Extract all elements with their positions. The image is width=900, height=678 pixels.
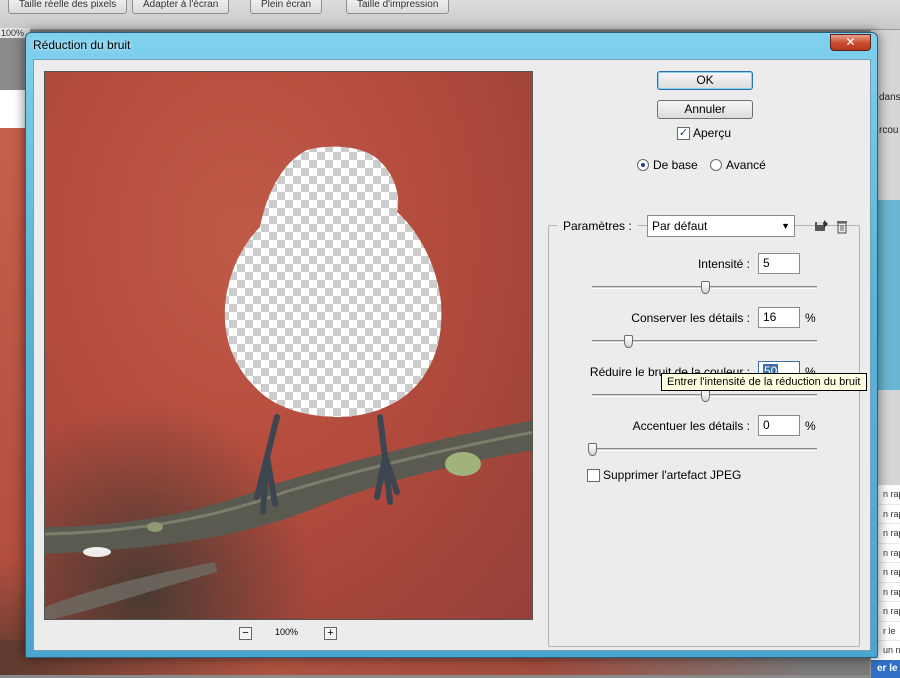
lichen	[147, 522, 163, 532]
close-button[interactable]: ✕	[830, 34, 871, 51]
settings-legend: Paramètres :	[557, 216, 638, 236]
preview-checkbox[interactable]: ✓	[677, 127, 690, 140]
tooltip: Entrer l'intensité de la réduction du br…	[661, 373, 867, 391]
bird-photo	[45, 72, 532, 619]
advanced-mode-radio[interactable]	[710, 159, 722, 171]
sharpen-details-label: Accentuer les détails :	[632, 419, 750, 433]
dropdown-arrow-icon: ▼	[781, 221, 790, 231]
sharpen-details-unit: %	[805, 419, 816, 433]
zoom-controls: − 100% +	[239, 627, 349, 643]
preview-image[interactable]	[44, 71, 533, 620]
basic-mode-radio[interactable]	[637, 159, 649, 171]
panel-text: rcou	[879, 125, 899, 136]
full-screen-button[interactable]: Plein écran	[250, 0, 323, 14]
dialog-body: − 100% + OK Annuler ✓ Aperçu De base Ava…	[33, 59, 871, 651]
slider-thumb[interactable]	[700, 281, 710, 294]
app-toolbar: Taille réelle des pixels Adapter à l'écr…	[0, 0, 900, 30]
basic-mode-label: De base	[653, 158, 698, 172]
zoom-out-button[interactable]: −	[239, 627, 252, 640]
preserve-details-input[interactable]: 16	[758, 307, 800, 328]
noise-reduction-dialog: Réduction du bruit ✕ − 100% + OK Annuler…	[25, 32, 878, 658]
strength-input[interactable]: 5	[758, 253, 800, 274]
sharpen-details-input[interactable]: 0	[758, 415, 800, 436]
zoom-in-button[interactable]: +	[324, 627, 337, 640]
strength-slider[interactable]	[592, 281, 817, 294]
preserve-details-label: Conserver les détails :	[631, 311, 750, 325]
advanced-mode-label: Avancé	[726, 158, 766, 172]
water-drop	[83, 547, 111, 557]
slider-thumb[interactable]	[588, 443, 597, 456]
settings-value: Par défaut	[652, 219, 708, 233]
dialog-title: Réduction du bruit	[33, 38, 131, 52]
panel-text: dans	[879, 92, 900, 103]
remove-jpeg-artifact-label: Supprimer l'artefact JPEG	[603, 468, 742, 482]
actual-pixels-button[interactable]: Taille réelle des pixels	[8, 0, 128, 14]
trash-icon[interactable]	[834, 218, 850, 234]
selected-list-item[interactable]: er le	[871, 660, 900, 678]
save-settings-icon[interactable]	[813, 218, 829, 234]
slider-thumb[interactable]	[624, 335, 633, 348]
zoom-level: 100%	[275, 627, 299, 637]
check-icon: ✓	[678, 127, 689, 139]
ok-button[interactable]: OK	[657, 71, 753, 90]
strength-label: Intensité :	[697, 257, 750, 271]
settings-label: Paramètres :	[563, 219, 632, 233]
remove-jpeg-artifact-checkbox[interactable]	[587, 469, 600, 482]
print-size-button[interactable]: Taille d'impression	[346, 0, 450, 14]
preview-label: Aperçu	[693, 126, 732, 140]
preserve-details-slider[interactable]	[592, 335, 817, 348]
settings-dropdown[interactable]: Par défaut ▼	[647, 215, 795, 237]
reduce-color-noise-slider[interactable]	[592, 389, 817, 402]
fit-screen-button[interactable]: Adapter à l'écran	[132, 0, 230, 14]
cancel-button[interactable]: Annuler	[657, 100, 753, 119]
lichen	[445, 452, 481, 476]
sharpen-details-slider[interactable]	[588, 443, 817, 456]
preserve-details-unit: %	[805, 311, 816, 325]
